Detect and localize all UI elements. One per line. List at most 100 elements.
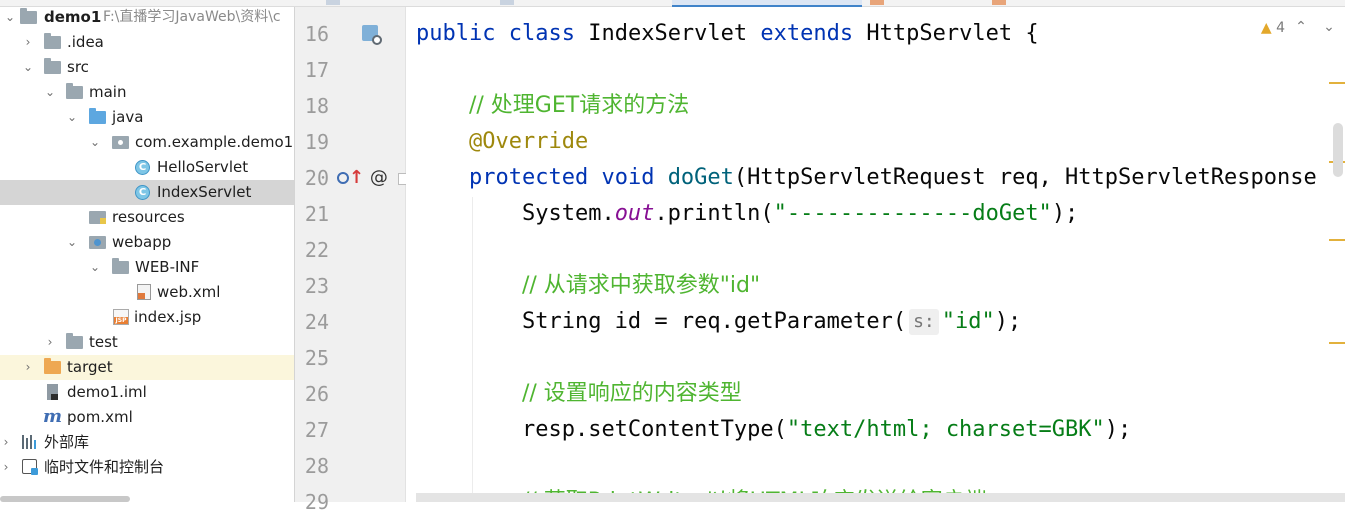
tree-horizontal-scrollbar[interactable] bbox=[0, 496, 130, 502]
tree-row-resources[interactable]: resources bbox=[0, 205, 294, 230]
chevron-down-icon[interactable]: ⌄ bbox=[1321, 17, 1337, 37]
chevron-right-icon[interactable]: › bbox=[22, 30, 34, 55]
chevron-right-icon[interactable]: › bbox=[44, 330, 56, 355]
tree-row-src[interactable]: ⌄ src bbox=[0, 55, 294, 80]
tab-marker[interactable] bbox=[992, 0, 1006, 5]
resources-folder-icon bbox=[89, 209, 106, 225]
folder-icon bbox=[112, 258, 129, 275]
line-number: 23 bbox=[304, 274, 329, 298]
tree-row-idea[interactable]: › .idea bbox=[0, 30, 294, 55]
tree-row-indexjsp[interactable]: JSP index.jsp bbox=[0, 305, 294, 330]
indent-guide bbox=[472, 197, 473, 497]
active-editor-tab[interactable] bbox=[672, 0, 862, 7]
jsp-file-icon: JSP bbox=[113, 309, 130, 325]
tree-item-label: 临时文件和控制台 bbox=[44, 458, 165, 476]
line-number: 25 bbox=[304, 346, 329, 370]
tree-item-label: test bbox=[89, 333, 118, 351]
tree-item-label: .idea bbox=[67, 33, 104, 51]
gutter-line-20: ↑ @ bbox=[295, 160, 410, 196]
tree-item-label: WEB-INF bbox=[135, 258, 200, 276]
chevron-down-icon[interactable]: ⌄ bbox=[89, 130, 101, 155]
tree-item-label: HelloServlet bbox=[157, 158, 249, 176]
folder-icon bbox=[20, 8, 37, 25]
chevron-down-icon[interactable]: ⌄ bbox=[4, 7, 16, 30]
warning-icon: ▲ bbox=[1260, 20, 1272, 36]
line-number: 19 bbox=[304, 130, 329, 154]
code-editor[interactable]: public class IndexServlet extends HttpSe… bbox=[406, 7, 1345, 502]
line-number: 26 bbox=[304, 382, 329, 406]
tree-row-target[interactable]: › target bbox=[0, 355, 294, 380]
tree-row-webinf[interactable]: ⌄ WEB-INF bbox=[0, 255, 294, 280]
tree-row-webapp[interactable]: ⌄ webapp bbox=[0, 230, 294, 255]
tree-item-label: demo1.iml bbox=[67, 383, 147, 401]
chevron-right-icon[interactable]: › bbox=[22, 355, 34, 380]
folder-icon bbox=[44, 58, 61, 75]
line-number: 18 bbox=[304, 94, 329, 118]
project-path: F:\直播学习JavaWeb\资料\c bbox=[103, 9, 281, 25]
scratch-icon bbox=[22, 459, 39, 475]
chevron-right-icon[interactable]: › bbox=[0, 455, 12, 480]
editor-tab-strip bbox=[0, 0, 1345, 7]
error-stripe-marker[interactable] bbox=[1329, 82, 1345, 84]
tree-row-indexservlet[interactable]: C IndexServlet bbox=[0, 180, 294, 205]
inspection-widget[interactable]: ▲ 4 bbox=[1261, 18, 1285, 38]
error-stripe-marker[interactable] bbox=[1329, 239, 1345, 241]
code-line-23: // 从请求中获取参数"id" bbox=[521, 273, 761, 298]
tree-row-webxml[interactable]: web.xml bbox=[0, 280, 294, 305]
tree-row-main[interactable]: ⌄ main bbox=[0, 80, 294, 105]
folder-icon bbox=[66, 83, 83, 100]
tree-row-pomxml[interactable]: m pom.xml bbox=[0, 405, 294, 430]
tree-row-java[interactable]: ⌄ java bbox=[0, 105, 294, 130]
tree-item-label: com.example.demo1 bbox=[135, 133, 294, 151]
tree-item-label: web.xml bbox=[157, 283, 221, 301]
tree-row-helloservlet[interactable]: C HelloServlet bbox=[0, 155, 294, 180]
servlet-gutter-icon[interactable] bbox=[362, 25, 382, 45]
tree-row-external-libraries[interactable]: › 外部库 bbox=[0, 430, 294, 455]
editor-vertical-scrollbar[interactable] bbox=[1333, 123, 1343, 177]
module-file-icon bbox=[45, 384, 62, 400]
parameter-hint: s: bbox=[909, 309, 939, 335]
editor-horizontal-scrollbar[interactable] bbox=[416, 493, 1345, 502]
library-icon bbox=[22, 434, 39, 450]
web-folder-icon bbox=[89, 234, 106, 250]
chevron-right-icon[interactable]: › bbox=[0, 430, 12, 455]
tab-marker[interactable] bbox=[500, 0, 514, 5]
editor-gutter: 16 17 18 19 20 ↑ @ 21 22 23 24 25 26 27 … bbox=[295, 7, 410, 514]
override-gutter-icon[interactable]: ↑ @ bbox=[337, 160, 388, 196]
tree-row-test[interactable]: › test bbox=[0, 330, 294, 355]
warning-count: 4 bbox=[1276, 20, 1285, 36]
chevron-down-icon[interactable]: ⌄ bbox=[66, 230, 78, 255]
folder-icon bbox=[44, 33, 61, 50]
code-line-26: // 设置响应的内容类型 bbox=[521, 381, 742, 406]
class-icon: C bbox=[135, 184, 152, 200]
chevron-down-icon[interactable]: ⌄ bbox=[22, 55, 34, 80]
maven-icon: m bbox=[43, 406, 63, 427]
tree-row-demo1[interactable]: ⌄ demo1 F:\直播学习JavaWeb\资料\c bbox=[0, 7, 294, 30]
tree-item-label: main bbox=[89, 83, 127, 101]
tree-row-demo1iml[interactable]: demo1.iml bbox=[0, 380, 294, 405]
line-number: 24 bbox=[304, 310, 329, 334]
line-number: 17 bbox=[304, 58, 329, 82]
tree-item-label: 外部库 bbox=[44, 433, 90, 451]
code-line-27: resp.setContentType("text/html; charset=… bbox=[521, 417, 1132, 442]
project-tree: ⌄ demo1 F:\直播学习JavaWeb\资料\c › .idea ⌄ sr… bbox=[0, 7, 295, 502]
chevron-up-icon[interactable]: ⌃ bbox=[1293, 17, 1309, 37]
chevron-down-icon[interactable]: ⌄ bbox=[44, 80, 56, 105]
code-line-19: @Override bbox=[468, 129, 589, 154]
line-number: 27 bbox=[304, 418, 329, 442]
chevron-down-icon[interactable]: ⌄ bbox=[89, 255, 101, 280]
tree-row-scratches[interactable]: › 临时文件和控制台 bbox=[0, 455, 294, 480]
tree-row-package[interactable]: ⌄ com.example.demo1 bbox=[0, 130, 294, 155]
tab-marker[interactable] bbox=[870, 0, 884, 5]
folder-icon bbox=[66, 333, 83, 350]
code-line-21: System.out.println("--------------doGet"… bbox=[521, 201, 1079, 226]
line-number: 21 bbox=[304, 202, 329, 226]
excluded-folder-icon bbox=[44, 358, 61, 375]
code-line-24: String id = req.getParameter(s: "id"); bbox=[521, 309, 1022, 335]
tab-marker[interactable] bbox=[326, 0, 340, 5]
error-stripe-marker[interactable] bbox=[1329, 342, 1345, 344]
code-line-18: // 处理GET请求的方法 bbox=[468, 93, 690, 118]
tree-item-label: IndexServlet bbox=[157, 183, 252, 201]
tree-item-label: resources bbox=[112, 208, 185, 226]
chevron-down-icon[interactable]: ⌄ bbox=[66, 105, 78, 130]
